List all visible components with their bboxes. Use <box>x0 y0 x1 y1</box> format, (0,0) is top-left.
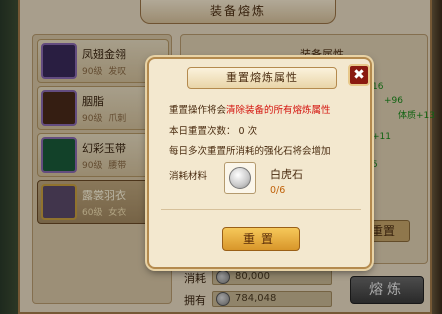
reset-count-text: 本日重置次数： 0 次 <box>169 126 258 137</box>
reset-button[interactable]: 重置 <box>222 227 300 251</box>
material-count: 0/6 <box>270 185 286 196</box>
material-label: 消耗材料 <box>169 171 208 182</box>
warning-text: 重置操作将会清除装备的所有熔炼属性 <box>169 105 331 116</box>
close-icon[interactable]: ✖ <box>348 64 370 86</box>
reset-dialog: 重置熔炼属性 ✖ 重置操作将会清除装备的所有熔炼属性 本日重置次数： 0 次 每… <box>147 57 372 269</box>
material-name: 白虎石 <box>270 168 303 181</box>
white-tiger-stone-icon <box>229 167 251 189</box>
cost-increase-text: 每日多次重置所消耗的强化石将会增加 <box>169 146 331 157</box>
material-slot[interactable] <box>224 162 256 194</box>
divider <box>161 209 361 210</box>
dialog-title: 重置熔炼属性 <box>187 67 337 89</box>
